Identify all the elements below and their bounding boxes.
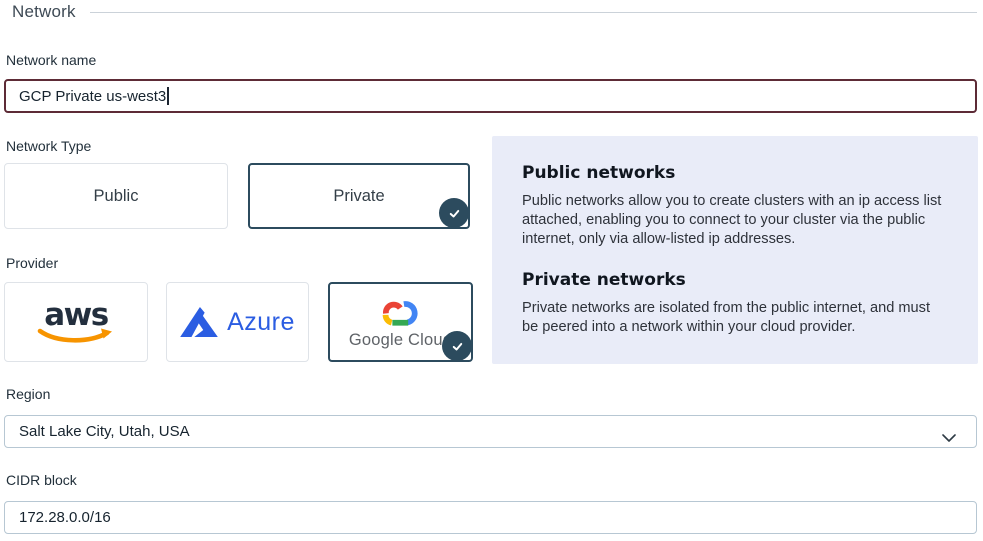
region-value: Salt Lake City, Utah, USA (19, 423, 190, 440)
provider-label: Provider (6, 255, 58, 271)
network-form: Network Network name GCP Private us-west… (0, 0, 983, 541)
network-type-info-panel: Public networks Public networks allow yo… (492, 136, 978, 364)
network-type-label: Network Type (6, 138, 91, 154)
section-divider (90, 12, 977, 13)
cidr-value: 172.28.0.0/16 (19, 509, 111, 526)
azure-logo-label: Azure (227, 308, 295, 337)
network-type-option-label: Private (333, 187, 384, 206)
google-cloud-logo-label: Google Cloud (349, 331, 452, 350)
google-cloud-logo-icon (378, 294, 424, 330)
cidr-input[interactable]: 172.28.0.0/16 (4, 501, 977, 534)
region-label: Region (6, 386, 50, 402)
cidr-label: CIDR block (6, 472, 77, 488)
network-name-input[interactable]: GCP Private us-west3 (4, 79, 977, 113)
info-body-private: Private networks are isolated from the p… (522, 299, 950, 337)
network-type-option-public[interactable]: Public (4, 163, 228, 229)
network-type-option-private[interactable]: Private (248, 163, 470, 229)
text-caret (167, 87, 169, 105)
info-body-public: Public networks allow you to create clus… (522, 192, 950, 249)
aws-smile-icon (37, 328, 115, 345)
provider-option-aws[interactable]: aws (4, 282, 148, 362)
provider-option-google-cloud[interactable]: Google Cloud (328, 282, 473, 362)
azure-logo-icon (180, 306, 218, 338)
info-heading-public: Public networks (522, 163, 950, 183)
region-select[interactable]: Salt Lake City, Utah, USA (4, 415, 977, 448)
network-name-value: GCP Private us-west3 (19, 88, 166, 105)
provider-option-azure[interactable]: Azure (166, 282, 309, 362)
section-title: Network (12, 2, 76, 22)
section-header: Network (12, 2, 977, 22)
aws-logo: aws (44, 300, 108, 331)
info-heading-private: Private networks (522, 270, 950, 290)
check-icon (439, 198, 469, 228)
check-icon (442, 331, 472, 361)
network-type-option-label: Public (94, 187, 139, 206)
network-name-label: Network name (6, 52, 96, 68)
chevron-down-icon (942, 429, 956, 446)
